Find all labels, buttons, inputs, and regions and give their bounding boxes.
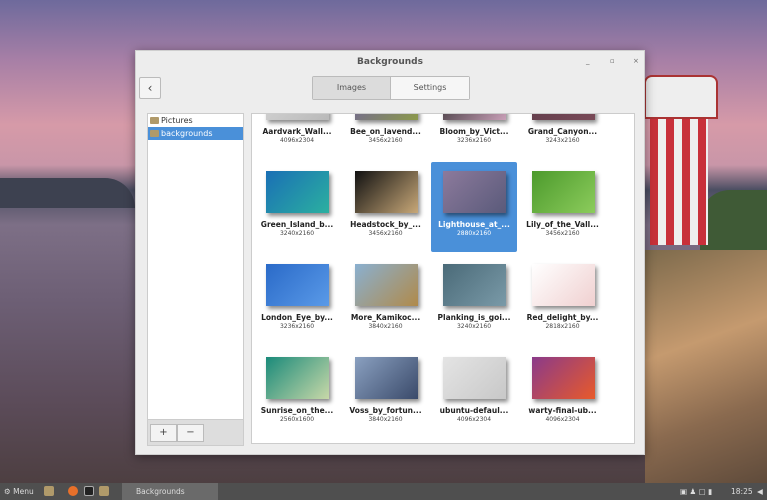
sidebar-item-label: backgrounds — [161, 129, 213, 138]
tab-images[interactable]: Images — [313, 77, 391, 99]
image-tile[interactable]: Aardvark_Wall... 4096x2304 — [254, 114, 340, 159]
image-thumbnail — [443, 114, 506, 120]
image-name: Lighthouse_at_... — [438, 220, 510, 229]
image-tile[interactable]: ubuntu-defaul... 4096x2304 — [431, 348, 517, 438]
image-size: 2560x1600 — [279, 416, 315, 423]
image-thumbnail — [531, 357, 595, 399]
image-size: 3240x2160 — [279, 230, 315, 237]
image-thumbnail — [354, 171, 418, 213]
image-name: London_Eye_by... — [261, 313, 333, 322]
terminal-icon[interactable] — [84, 486, 94, 496]
image-thumbnail — [266, 357, 329, 399]
image-tile[interactable]: Grand_Canyon... 3243x2160 — [520, 114, 606, 159]
image-name: Lily_of_the_Vall... — [526, 220, 599, 229]
image-size: 4096x2304 — [456, 416, 492, 423]
back-button[interactable]: ‹ — [139, 77, 161, 99]
image-size: 4096x2304 — [279, 137, 315, 144]
image-size: 2880x2160 — [456, 230, 492, 237]
tab-settings[interactable]: Settings — [391, 77, 469, 99]
taskbar: ⚙ Menu Backgrounds ▣ ♟ ▢ ▮ 18:25 ◀ — [0, 483, 767, 500]
folder-sidebar: Pictures backgrounds + − — [147, 113, 244, 446]
image-tile[interactable]: Sunrise_on_the... 2560x1600 — [254, 348, 340, 438]
image-thumbnail — [443, 264, 506, 306]
image-name: More_Kamikoc... — [350, 313, 421, 322]
image-thumbnail — [354, 114, 418, 120]
tray-icons[interactable]: ▣ ♟ ▢ ▮ — [680, 485, 712, 498]
sidebar-item-pictures[interactable]: Pictures — [148, 114, 243, 127]
image-tile[interactable]: Headstock_by_... 3456x2160 — [343, 162, 429, 252]
image-size: 4096x2304 — [545, 416, 580, 423]
image-name: Red_delight_by... — [526, 313, 599, 322]
image-thumbnail — [443, 171, 506, 213]
close-button[interactable]: × — [633, 57, 639, 65]
image-name: Voss_by_fortun... — [349, 406, 422, 415]
image-tile[interactable]: Lighthouse_at_... 2880x2160 — [431, 162, 517, 252]
firefox-icon[interactable] — [68, 486, 78, 496]
image-size: 3243x2160 — [545, 137, 580, 144]
image-name: Planking_is_goi... — [437, 313, 511, 322]
image-tile[interactable]: Lily_of_the_Vall... 3456x2160 — [520, 162, 606, 252]
image-name: Grand_Canyon... — [527, 127, 598, 136]
image-name: Bloom_by_Vict... — [439, 127, 509, 136]
image-size: 3456x2160 — [368, 230, 403, 237]
image-tile[interactable]: Voss_by_fortun... 3840x2160 — [343, 348, 429, 438]
maximize-button[interactable]: ▫ — [610, 57, 615, 65]
image-tile[interactable]: Red_delight_by... 2818x2160 — [520, 255, 606, 345]
desktop-rocks — [645, 250, 767, 483]
clock: 18:25 — [731, 487, 753, 496]
image-thumbnail — [354, 357, 418, 399]
image-size: 3840x2160 — [368, 323, 403, 330]
image-size: 3240x2160 — [456, 323, 492, 330]
folder-icon — [150, 117, 159, 124]
image-name: Aardvark_Wall... — [262, 127, 332, 136]
menu-button[interactable]: ⚙ Menu — [4, 485, 34, 498]
menu-label: Menu — [13, 487, 34, 496]
image-thumbnail — [266, 264, 329, 306]
files-icon[interactable] — [99, 486, 109, 496]
image-name: Bee_on_lavend... — [350, 127, 421, 136]
image-thumbnail — [354, 264, 418, 306]
image-name: Sunrise_on_the... — [260, 406, 334, 415]
image-thumbnail — [531, 114, 595, 120]
image-size: 3236x2160 — [279, 323, 315, 330]
image-thumbnail — [443, 357, 506, 399]
taskbar-window-backgrounds[interactable]: Backgrounds — [122, 483, 218, 500]
volume-icon[interactable]: ◀ — [757, 485, 763, 498]
home-folder-icon[interactable] — [44, 486, 54, 496]
image-thumbnail — [531, 264, 595, 306]
image-thumbnail — [266, 171, 329, 213]
desktop-hill — [0, 178, 135, 208]
image-size: 3456x2160 — [545, 230, 580, 237]
add-folder-button[interactable]: + — [150, 424, 177, 442]
image-name: warty-final-ub... — [528, 406, 597, 415]
image-size: 3456x2160 — [368, 137, 403, 144]
minimize-button[interactable]: _ — [586, 57, 590, 65]
image-thumbnail — [531, 171, 595, 213]
sidebar-toolbar: + − — [148, 419, 243, 445]
image-grid[interactable]: Aardvark_Wall... 4096x2304 Bee_on_lavend… — [251, 113, 635, 444]
image-tile[interactable]: warty-final-ub... 4096x2304 — [520, 348, 606, 438]
image-tile[interactable]: Green_Island_b... 3240x2160 — [254, 162, 340, 252]
image-name: Headstock_by_... — [350, 220, 421, 229]
image-name: ubuntu-defaul... — [439, 406, 509, 415]
image-size: 3840x2160 — [368, 416, 403, 423]
backgrounds-window: Backgrounds _ ▫ × ‹ Images Settings Pict… — [135, 50, 645, 455]
image-name: Green_Island_b... — [260, 220, 334, 229]
tab-bar: Images Settings — [312, 76, 470, 100]
image-thumbnail — [266, 114, 329, 120]
image-size: 2818x2160 — [545, 323, 580, 330]
sidebar-item-backgrounds[interactable]: backgrounds — [148, 127, 243, 140]
folder-icon — [150, 130, 159, 137]
remove-folder-button[interactable]: − — [177, 424, 204, 442]
image-tile[interactable]: More_Kamikoc... 3840x2160 — [343, 255, 429, 345]
image-tile[interactable]: London_Eye_by... 3236x2160 — [254, 255, 340, 345]
image-tile[interactable]: Planking_is_goi... 3240x2160 — [431, 255, 517, 345]
image-tile[interactable]: Bee_on_lavend... 3456x2160 — [343, 114, 429, 159]
image-size: 3236x2160 — [456, 137, 492, 144]
window-title: Backgrounds — [357, 57, 423, 67]
sidebar-item-label: Pictures — [161, 116, 193, 125]
desktop-lighthouse — [644, 75, 718, 245]
image-tile[interactable]: Bloom_by_Vict... 3236x2160 — [431, 114, 517, 159]
